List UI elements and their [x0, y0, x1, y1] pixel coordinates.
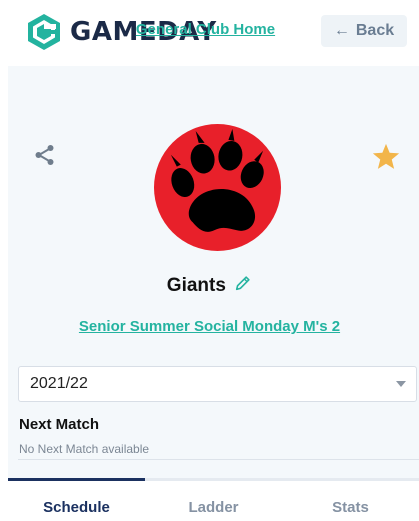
next-match-empty-text: No Next Match available: [19, 442, 150, 456]
season-select[interactable]: 2021/22: [18, 366, 417, 402]
tab-bar: Schedule Ladder Stats: [8, 478, 419, 521]
tab-ladder[interactable]: Ladder: [145, 481, 282, 521]
season-select-value: 2021/22: [30, 375, 88, 392]
pencil-edit-icon[interactable]: [234, 274, 252, 292]
team-logo-bear-paw-icon: [153, 123, 282, 252]
general-club-home-link[interactable]: General Club Home: [0, 21, 419, 38]
club-home-link-text: General Club Home: [135, 21, 276, 38]
tab-schedule[interactable]: Schedule: [8, 478, 145, 521]
favourite-star-icon[interactable]: [371, 142, 401, 172]
team-name-text: Giants: [166, 275, 226, 296]
next-match-heading: Next Match: [19, 416, 100, 433]
tab-stats[interactable]: Stats: [282, 481, 419, 521]
competition-link[interactable]: Senior Summer Social Monday M's 2: [0, 318, 419, 335]
divider: [18, 459, 419, 460]
chevron-down-icon: [396, 381, 406, 387]
team-name: Giants: [0, 275, 419, 297]
share-icon[interactable]: [33, 143, 57, 167]
